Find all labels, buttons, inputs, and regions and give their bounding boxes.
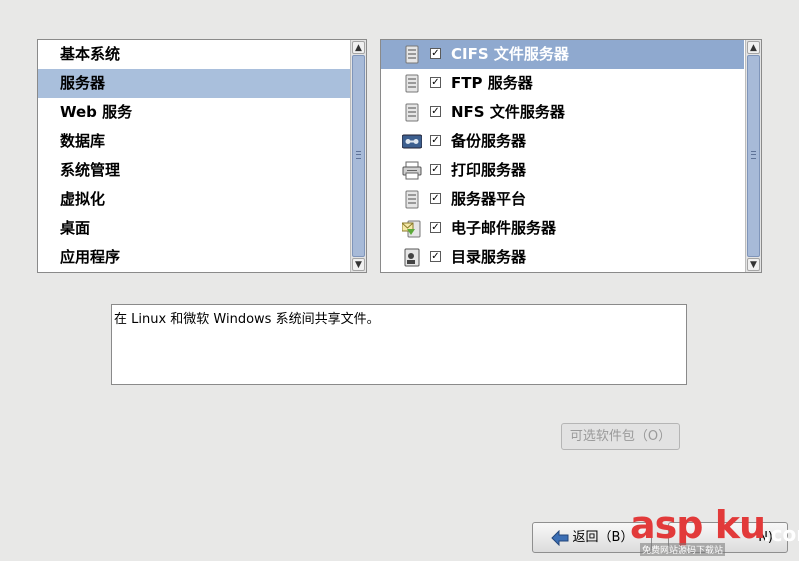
group-item-backup-server[interactable]: ✓ 备份服务器 bbox=[381, 127, 744, 156]
group-item-mail-server[interactable]: ✓ 电子邮件服务器 bbox=[381, 214, 744, 243]
category-label: 数据库 bbox=[60, 132, 106, 150]
group-checkbox[interactable]: ✓ bbox=[430, 222, 441, 233]
optional-packages-label: 可选软件包（O） bbox=[569, 429, 672, 444]
group-item-print-server[interactable]: ✓ 打印服务器 bbox=[381, 156, 744, 185]
group-label: 打印服务器 bbox=[451, 161, 527, 179]
back-arrow-icon bbox=[550, 529, 569, 546]
category-scrollbar[interactable]: ▲ ▼ bbox=[350, 40, 366, 272]
group-item-nfs-file-server[interactable]: ✓ NFS 文件服务器 bbox=[381, 98, 744, 127]
category-label: 系统管理 bbox=[60, 161, 121, 179]
watermark-tld: .com bbox=[763, 522, 799, 546]
server-tower-icon bbox=[405, 74, 419, 93]
printer-icon bbox=[402, 161, 422, 180]
directory-server-icon bbox=[404, 248, 420, 267]
package-group-list[interactable]: ✓ CIFS 文件服务器 ✓ FTP 服务器 ✓ NFS 文件服务器 ✓ 备份服… bbox=[380, 39, 762, 273]
back-label: 返回（B） bbox=[572, 530, 634, 545]
scroll-down-arrow-icon[interactable]: ▼ bbox=[747, 258, 760, 271]
group-checkbox[interactable]: ✓ bbox=[430, 164, 441, 175]
group-label: 服务器平台 bbox=[451, 190, 527, 208]
server-tower-icon bbox=[405, 190, 419, 209]
group-description: 在 Linux 和微软 Windows 系统间共享文件。 bbox=[111, 304, 687, 385]
backup-tape-icon bbox=[402, 134, 422, 149]
group-label: FTP 服务器 bbox=[451, 74, 533, 92]
category-item-desktops[interactable]: 桌面 bbox=[38, 214, 351, 243]
category-item-servers[interactable]: 服务器 bbox=[38, 69, 351, 98]
category-label: 服务器 bbox=[60, 74, 106, 92]
group-scrollbar[interactable]: ▲ ▼ bbox=[745, 40, 761, 272]
category-item-virtualization[interactable]: 虚拟化 bbox=[38, 185, 351, 214]
scroll-down-arrow-icon[interactable]: ▼ bbox=[352, 258, 365, 271]
grip-icon bbox=[356, 151, 361, 159]
category-item-basic-system[interactable]: 基本系统 bbox=[38, 40, 351, 69]
group-label: CIFS 文件服务器 bbox=[451, 45, 569, 63]
group-label: 备份服务器 bbox=[451, 132, 527, 150]
group-label: NFS 文件服务器 bbox=[451, 103, 565, 121]
category-item-applications[interactable]: 应用程序 bbox=[38, 243, 351, 272]
watermark-subtitle: 免费网站源码下载站 bbox=[640, 543, 726, 556]
category-label: Web 服务 bbox=[60, 103, 133, 121]
server-tower-icon bbox=[405, 45, 419, 64]
category-label: 基本系统 bbox=[60, 45, 121, 63]
grip-icon bbox=[751, 151, 756, 159]
server-tower-icon bbox=[405, 103, 419, 122]
group-checkbox[interactable]: ✓ bbox=[430, 48, 441, 59]
group-checkbox[interactable]: ✓ bbox=[430, 193, 441, 204]
group-label: 目录服务器 bbox=[451, 248, 527, 266]
category-label: 应用程序 bbox=[60, 248, 121, 266]
group-item-server-platform[interactable]: ✓ 服务器平台 bbox=[381, 185, 744, 214]
mail-server-icon bbox=[402, 220, 421, 238]
group-item-cifs-file-server[interactable]: ✓ CIFS 文件服务器 bbox=[381, 40, 744, 69]
watermark: asp ku .com 免费网站源码下载站 bbox=[630, 503, 799, 557]
category-item-system-management[interactable]: 系统管理 bbox=[38, 156, 351, 185]
group-item-directory-server[interactable]: ✓ 目录服务器 bbox=[381, 243, 744, 272]
group-checkbox[interactable]: ✓ bbox=[430, 106, 441, 117]
category-item-databases[interactable]: 数据库 bbox=[38, 127, 351, 156]
scroll-up-arrow-icon[interactable]: ▲ bbox=[352, 41, 365, 54]
group-checkbox[interactable]: ✓ bbox=[430, 77, 441, 88]
category-label: 桌面 bbox=[60, 219, 91, 237]
group-item-ftp-server[interactable]: ✓ FTP 服务器 bbox=[381, 69, 744, 98]
scrollbar-thumb[interactable] bbox=[747, 55, 760, 257]
group-checkbox[interactable]: ✓ bbox=[430, 135, 441, 146]
scroll-up-arrow-icon[interactable]: ▲ bbox=[747, 41, 760, 54]
description-text: 在 Linux 和微软 Windows 系统间共享文件。 bbox=[114, 312, 380, 327]
optional-packages-button[interactable]: 可选软件包（O） bbox=[561, 423, 680, 450]
group-label: 电子邮件服务器 bbox=[451, 219, 557, 237]
group-checkbox[interactable]: ✓ bbox=[430, 251, 441, 262]
category-list[interactable]: 基本系统 服务器 Web 服务 数据库 系统管理 虚拟化 桌面 应用程序 ▲ ▼ bbox=[37, 39, 367, 273]
scrollbar-thumb[interactable] bbox=[352, 55, 365, 257]
category-label: 虚拟化 bbox=[60, 190, 106, 208]
watermark-text: asp ku bbox=[630, 503, 766, 547]
category-item-web-services[interactable]: Web 服务 bbox=[38, 98, 351, 127]
